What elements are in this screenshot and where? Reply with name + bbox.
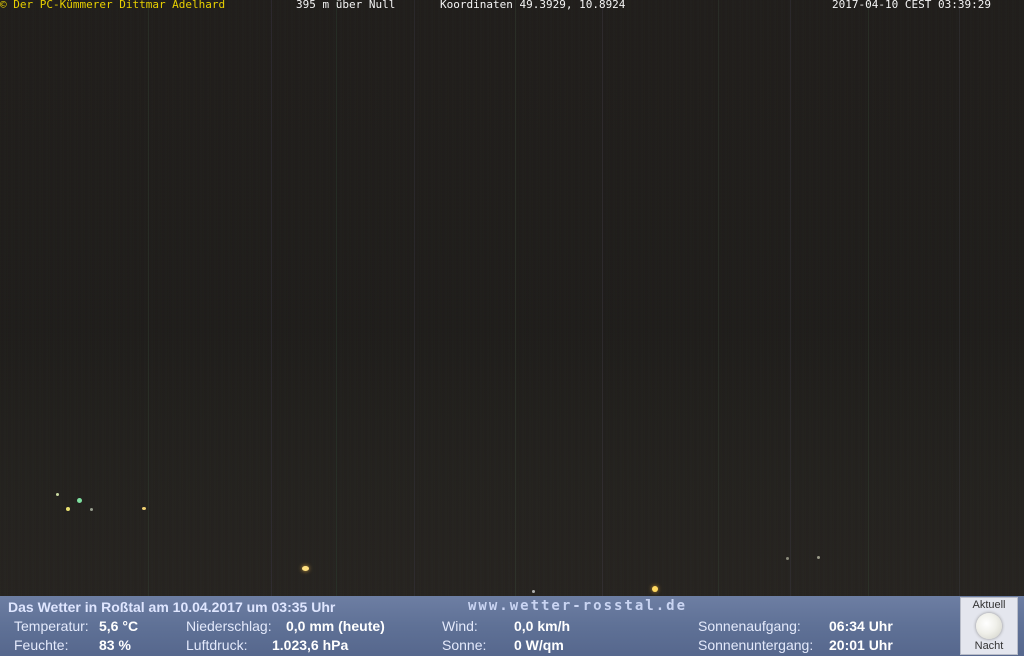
precipitation-label: Niederschlag:	[186, 618, 272, 634]
sun-label: Sonne:	[442, 637, 487, 653]
coordinates-text: Koordinaten 49.3929, 10.8924	[440, 0, 626, 11]
image-streak	[718, 0, 719, 596]
camera-info-bar: © Der PC-Kümmerer Dittmar Adelhard 395 m…	[0, 0, 1024, 12]
temperature-value: 5,6 °C	[99, 618, 139, 634]
precipitation-value: 0,0 mm (heute)	[286, 618, 385, 634]
sunrise-label: Sonnenaufgang:	[698, 618, 801, 634]
wind-label: Wind:	[442, 618, 478, 634]
moon-label-night: Nacht	[974, 640, 1004, 652]
distant-light	[652, 586, 658, 592]
moon-icon	[976, 613, 1002, 639]
distant-light	[142, 507, 146, 510]
distant-light	[532, 590, 535, 593]
humidity-value: 83 %	[99, 637, 131, 653]
distant-light	[817, 556, 820, 559]
distant-light	[90, 508, 93, 511]
webcam-image	[0, 0, 1024, 596]
image-streak	[271, 0, 272, 596]
wind-value: 0,0 km/h	[514, 618, 571, 634]
altitude-text: 395 m über Null	[296, 0, 396, 11]
distant-light	[302, 566, 309, 571]
sunrise-value: 06:34 Uhr	[829, 618, 893, 634]
sunset-label: Sonnenuntergang:	[698, 637, 814, 653]
weather-headline: Das Wetter in Roßtal am 10.04.2017 um 03…	[8, 599, 336, 615]
moon-label-current: Aktuell	[972, 599, 1006, 611]
humidity-label: Feuchte:	[14, 637, 69, 653]
image-streak	[336, 0, 337, 596]
website-url: www.wetter-rosstal.de	[468, 598, 688, 614]
distant-light	[66, 507, 70, 511]
weather-panel: Das Wetter in Roßtal am 10.04.2017 um 03…	[0, 596, 1024, 656]
timestamp-text: 2017-04-10 CEST 03:39:29	[832, 0, 991, 11]
copyright-text: © Der PC-Kümmerer Dittmar Adelhard	[0, 0, 226, 11]
moon-phase-box: Aktuell Nacht	[960, 597, 1018, 655]
image-streak	[414, 0, 415, 596]
temperature-label: Temperatur:	[14, 618, 89, 634]
distant-light	[77, 498, 82, 503]
image-streak	[515, 0, 516, 596]
distant-light	[56, 493, 59, 496]
image-streak	[602, 0, 603, 596]
image-streak	[959, 0, 960, 596]
image-streak	[868, 0, 869, 596]
webcam-view: © Der PC-Kümmerer Dittmar Adelhard 395 m…	[0, 0, 1024, 656]
sun-value: 0 W/qm	[514, 637, 564, 653]
distant-light	[786, 557, 789, 560]
pressure-label: Luftdruck:	[186, 637, 248, 653]
sunset-value: 20:01 Uhr	[829, 637, 893, 653]
image-streak	[790, 0, 791, 596]
image-streak	[148, 0, 149, 596]
pressure-value: 1.023,6 hPa	[272, 637, 349, 653]
